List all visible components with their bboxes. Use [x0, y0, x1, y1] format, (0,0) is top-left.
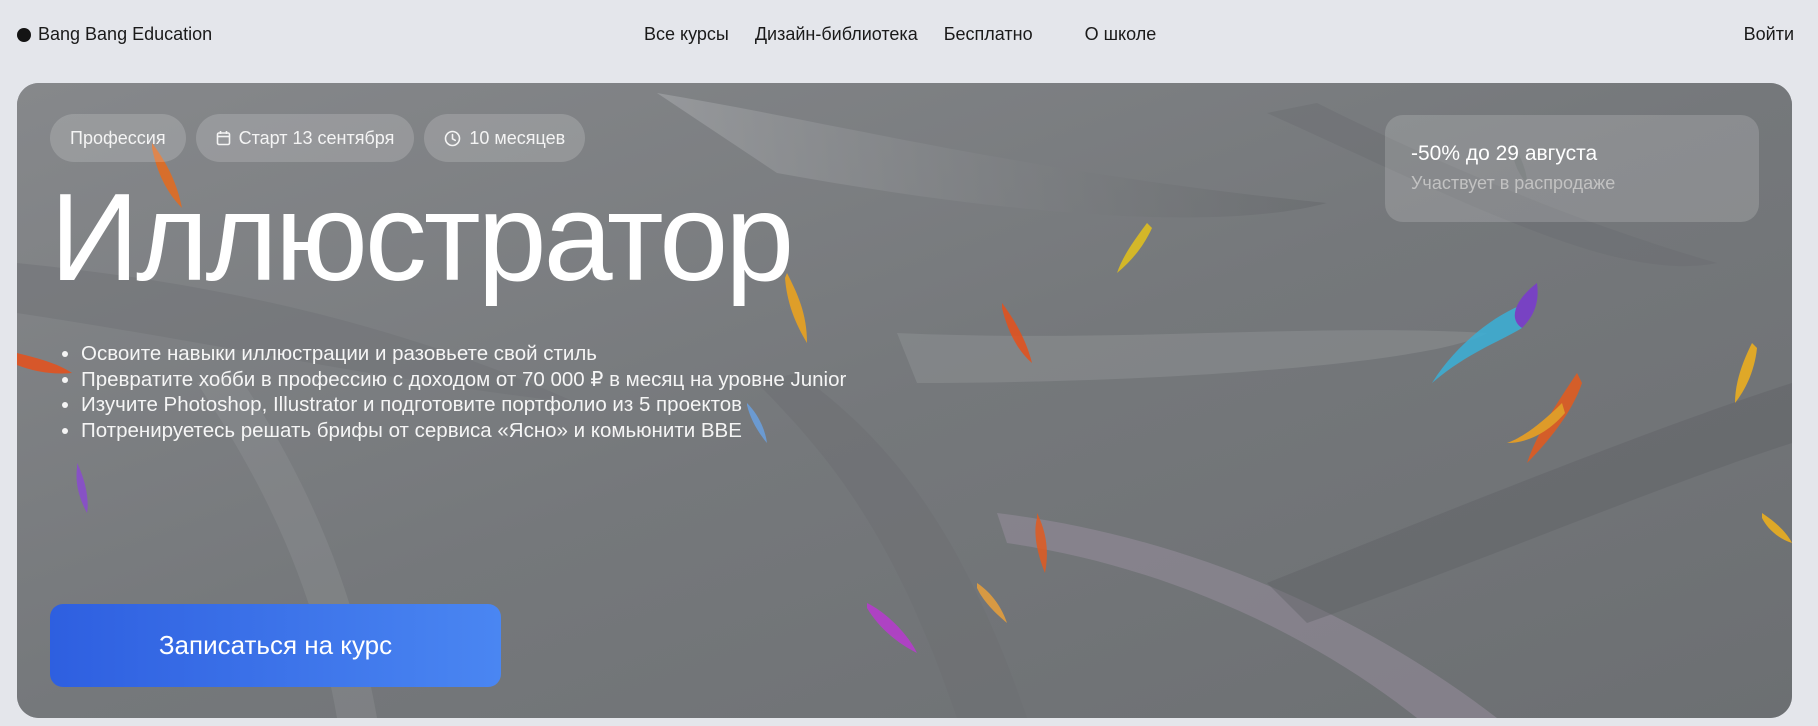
- tag-duration: 10 месяцев: [424, 114, 586, 162]
- enroll-button[interactable]: Записаться на курс: [50, 604, 501, 687]
- benefit-item: Освоите навыки иллюстрации и разовьете с…: [81, 341, 901, 367]
- benefit-item: Изучите Photoshop, Illustrator и подгото…: [81, 392, 901, 418]
- clock-icon: [445, 130, 461, 146]
- logo-dot-icon: [17, 27, 31, 42]
- promo-card: -50% до 29 августа Участвует в распродаж…: [1385, 115, 1759, 222]
- logo-text: Bang Bang Education: [38, 24, 213, 44]
- course-title: Иллюстратор: [50, 169, 794, 307]
- tag-start-date-label: Старт 13 сентября: [238, 127, 395, 148]
- nav-all-courses[interactable]: Все курсы: [644, 24, 729, 45]
- promo-title: -50% до 29 августа: [1411, 142, 1598, 165]
- benefit-item: Превратите хобби в профессию с доходом о…: [81, 367, 901, 393]
- course-benefits-list: Освоите навыки иллюстрации и разовьете с…: [52, 341, 901, 443]
- tag-profession: Профессия: [50, 114, 186, 162]
- calendar-icon: [216, 131, 230, 146]
- nav-about-school[interactable]: О школе: [1085, 24, 1157, 45]
- tag-start-date: Старт 13 сентября: [195, 114, 415, 162]
- hero-banner: Профессия Старт 13 сентября 10 месяцев И…: [17, 83, 1792, 718]
- login-link[interactable]: Войти: [1744, 24, 1794, 45]
- nav-design-library[interactable]: Дизайн-библиотека: [755, 24, 918, 45]
- promo-subtitle: Участвует в распродаже: [1411, 173, 1616, 193]
- nav-free[interactable]: Бесплатно: [944, 24, 1033, 45]
- main-nav: Все курсы Дизайн-библиотека Бесплатно О …: [644, 24, 1156, 45]
- site-header: Bang Bang Education Все курсы Дизайн-биб…: [0, 0, 1818, 72]
- course-tags: Профессия Старт 13 сентября 10 месяцев: [50, 114, 586, 162]
- tag-profession-label: Профессия: [70, 127, 166, 148]
- tag-duration-label: 10 месяцев: [469, 127, 566, 148]
- benefit-item: Потренируетесь решать брифы от сервиса «…: [81, 418, 901, 444]
- logo-link[interactable]: Bang Bang Education: [17, 24, 212, 45]
